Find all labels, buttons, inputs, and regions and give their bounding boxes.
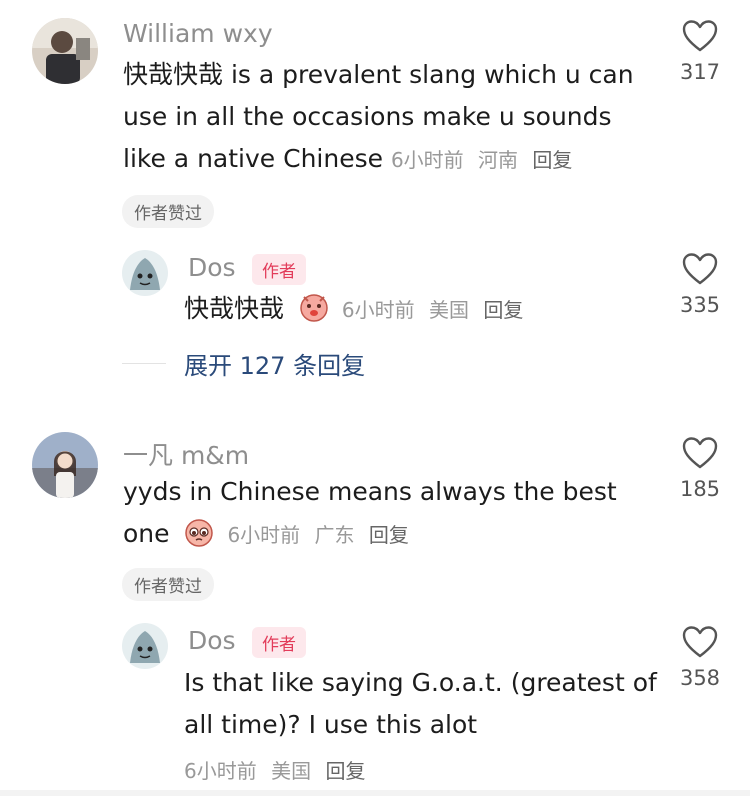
reply-text: 快哉快哉 6小时前 美国 回复 xyxy=(184,288,664,336)
location: 广东 xyxy=(314,523,355,547)
location: 美国 xyxy=(271,759,312,783)
heart-icon[interactable] xyxy=(682,437,718,469)
location: 河南 xyxy=(478,148,519,172)
author-liked-badge: 作者赞过 xyxy=(122,568,214,601)
like-count: 317 xyxy=(679,60,721,84)
username[interactable]: Dos xyxy=(188,626,236,655)
comment-text-line: use in all the occasions make u sounds xyxy=(123,102,612,131)
location: 美国 xyxy=(429,298,470,322)
reply-text: Is that like saying G.o.a.t. (greatest o… xyxy=(184,662,664,746)
comment-meta: 6小时前 河南 回复 xyxy=(391,148,580,172)
author-tag: 作者 xyxy=(252,254,306,285)
reply-text-line: all time)? I use this alot xyxy=(184,710,478,739)
heart-icon[interactable] xyxy=(682,20,718,52)
heart-icon[interactable] xyxy=(682,626,718,658)
like-button[interactable]: 335 xyxy=(670,253,730,317)
comment-text-line: yyds in Chinese means always the best xyxy=(123,477,617,506)
comment-text-line: 快哉快哉 is a prevalent slang which u can xyxy=(123,60,634,89)
like-button[interactable]: 185 xyxy=(670,437,730,501)
reply-button[interactable]: 回复 xyxy=(532,148,572,172)
expand-replies-link[interactable]: 展开 127 条回复 xyxy=(184,346,365,381)
avatar[interactable] xyxy=(122,250,168,296)
reply-button[interactable]: 回复 xyxy=(483,298,523,322)
comment-text-line: one 6小时前 广东 回复 xyxy=(123,513,663,561)
timestamp: 6小时前 xyxy=(184,759,257,783)
like-count: 358 xyxy=(679,666,721,690)
username[interactable]: William wxy xyxy=(123,19,273,48)
reply-text-line: Is that like saying G.o.a.t. (greatest o… xyxy=(184,668,657,697)
like-button[interactable]: 317 xyxy=(670,20,730,84)
bottom-border xyxy=(0,790,750,796)
heart-icon[interactable] xyxy=(682,253,718,285)
comment-text: yyds in Chinese means always the best on… xyxy=(123,471,663,561)
comment-meta: 6小时前 广东 回复 xyxy=(227,523,416,547)
timestamp: 6小时前 xyxy=(341,298,415,322)
comment-text: 快哉快哉 is a prevalent slang which u can us… xyxy=(123,54,663,181)
author-liked-badge: 作者赞过 xyxy=(122,195,214,228)
like-button[interactable]: 358 xyxy=(670,626,730,690)
reply-button[interactable]: 回复 xyxy=(325,759,365,783)
avatar[interactable] xyxy=(32,18,98,84)
username[interactable]: Dos xyxy=(188,253,236,282)
pleading-face-emoji xyxy=(183,516,215,561)
reply-meta: 6小时前 美国 回复 xyxy=(342,298,531,322)
like-count: 335 xyxy=(679,293,721,317)
comment-text-line: like a native Chinese 6小时前 河南 回复 xyxy=(123,138,663,181)
reply-meta: 6小时前 美国 回复 xyxy=(184,755,373,784)
timestamp: 6小时前 xyxy=(390,148,464,172)
author-tag: 作者 xyxy=(252,627,306,658)
avatar[interactable] xyxy=(122,623,168,669)
like-count: 185 xyxy=(679,477,721,501)
divider xyxy=(122,363,166,364)
timestamp: 6小时前 xyxy=(227,523,301,547)
reply-button[interactable]: 回复 xyxy=(369,523,409,547)
smirk-face-emoji xyxy=(298,291,330,336)
avatar[interactable] xyxy=(32,432,98,498)
username[interactable]: 一凡 m&m xyxy=(123,436,249,472)
